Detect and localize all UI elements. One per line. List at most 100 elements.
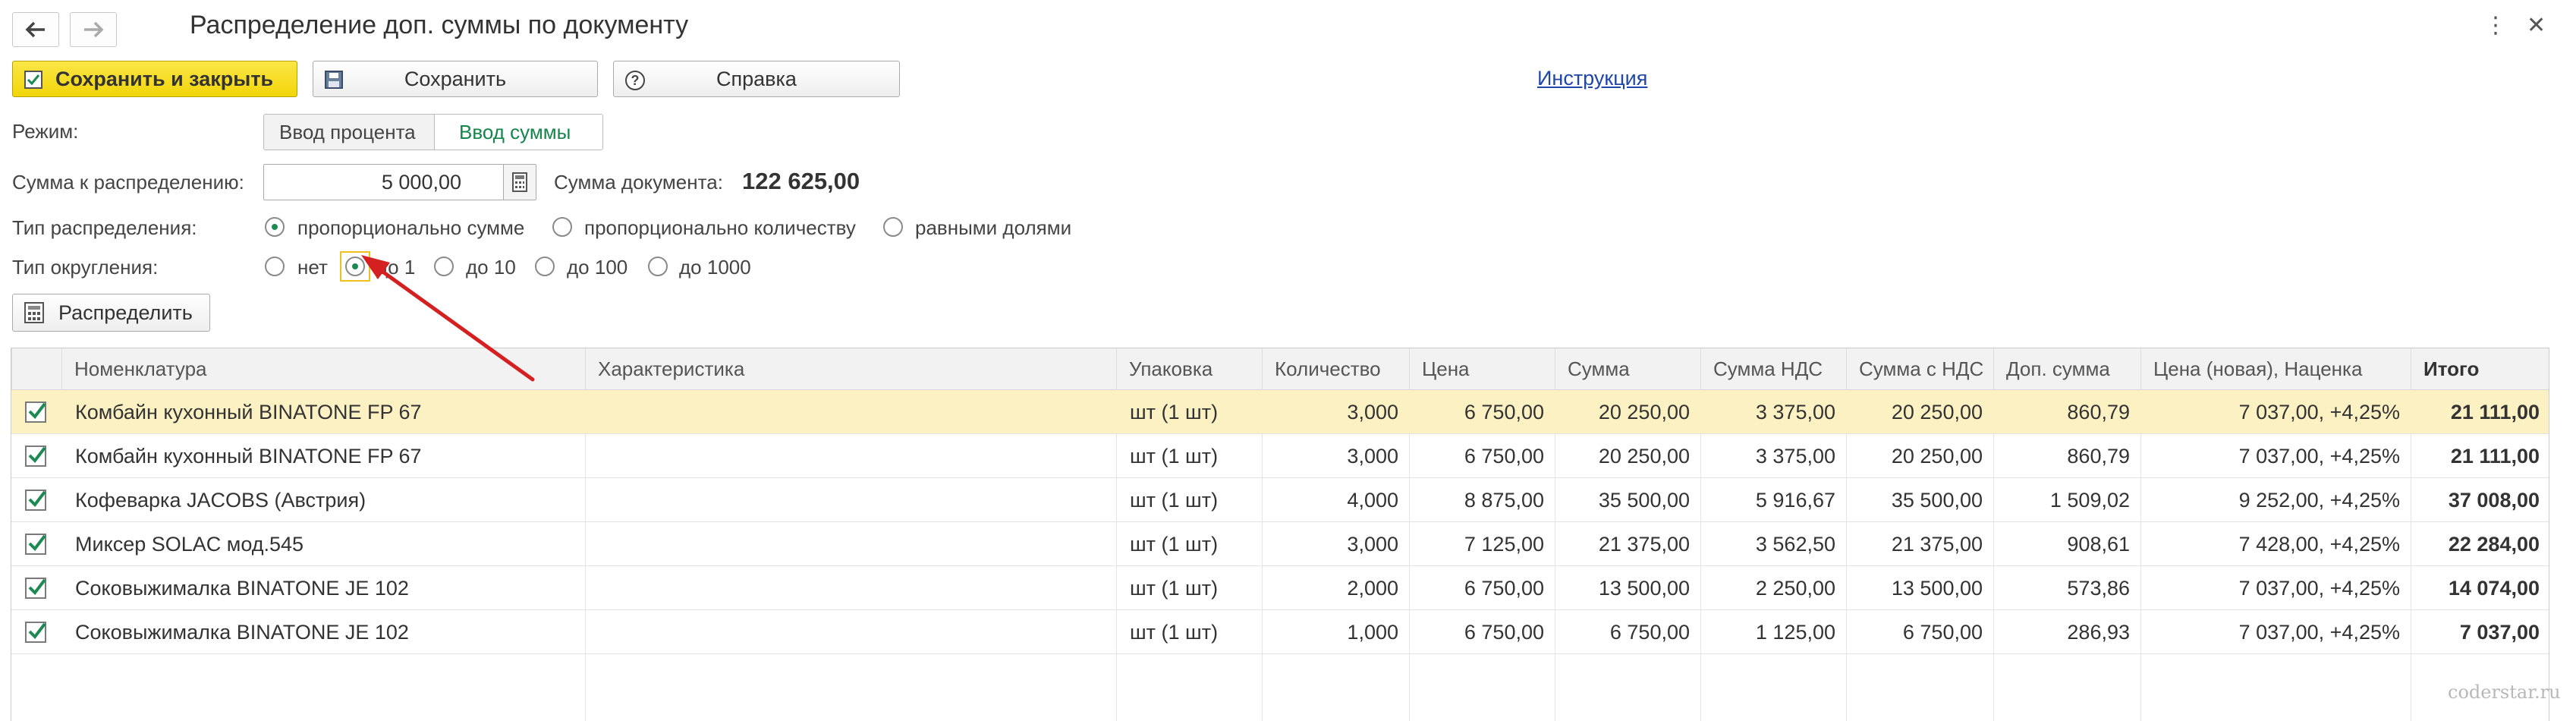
- cell-sum: 20 250,00: [1598, 445, 1690, 468]
- arrow-right-icon: [84, 21, 104, 38]
- close-icon[interactable]: ✕: [2527, 12, 2546, 39]
- header-new-price[interactable]: Цена (новая), Наценка: [2140, 348, 2411, 390]
- question-circle-icon: ?: [624, 70, 646, 96]
- cell-characteristic: [599, 390, 1099, 434]
- cell-total: 14 074,00: [2448, 577, 2540, 600]
- cell-quantity: 2,000: [1347, 577, 1398, 600]
- cell-new-price: 9 252,00, +4,25%: [2238, 489, 2400, 512]
- cell-price: 6 750,00: [1464, 401, 1544, 423]
- more-vertical-icon[interactable]: ⋮: [2484, 12, 2507, 39]
- cell-characteristic: [599, 478, 1099, 522]
- radio-round-none[interactable]: [265, 257, 285, 276]
- row-checkbox[interactable]: [25, 534, 46, 555]
- cell-characteristic: [599, 566, 1099, 610]
- cell-vat: 3 562,50: [1755, 533, 1835, 556]
- mode-segmented-control[interactable]: Ввод процента Ввод суммы: [263, 114, 603, 150]
- save-label: Сохранить: [404, 67, 507, 90]
- annotation-arrow: [361, 255, 535, 382]
- header-sum[interactable]: Сумма: [1555, 348, 1700, 390]
- calculator-icon: [24, 301, 45, 329]
- header-total[interactable]: Итого: [2411, 348, 2550, 390]
- radio-dist-by-sum-label: пропорционально сумме: [297, 216, 525, 239]
- cell-price: 6 750,00: [1464, 621, 1544, 644]
- cell-quantity: 3,000: [1347, 401, 1398, 423]
- mode-label: Режим:: [12, 120, 79, 143]
- cell-sum: 13 500,00: [1598, 577, 1690, 600]
- cell-vat: 2 250,00: [1755, 577, 1835, 600]
- table-row[interactable]: Соковыжималка BINATONE JE 102 шт (1 шт) …: [11, 610, 2549, 654]
- header-sum-with-vat[interactable]: Сумма с НДС: [1846, 348, 1993, 390]
- row-checkbox[interactable]: [25, 578, 46, 599]
- cell-total: 7 037,00: [2459, 621, 2540, 644]
- distribute-button[interactable]: Распределить: [12, 294, 210, 332]
- header-price[interactable]: Цена: [1409, 348, 1555, 390]
- save-and-close-label: Сохранить и закрыть: [55, 67, 274, 90]
- amount-input[interactable]: 5 000,00: [263, 164, 506, 200]
- window-title: Распределение доп. суммы по документу: [190, 11, 689, 39]
- cell-sum-with-vat: 13 500,00: [1891, 577, 1983, 600]
- cell-sum-with-vat: 20 250,00: [1891, 401, 1983, 423]
- cell-sum: 20 250,00: [1598, 401, 1690, 423]
- cell-characteristic: [599, 434, 1099, 478]
- cell-total: 37 008,00: [2448, 489, 2540, 512]
- header-check-col: [11, 348, 61, 390]
- cell-vat: 1 125,00: [1755, 621, 1835, 644]
- cell-package: шт (1 шт): [1130, 621, 1219, 644]
- row-checkbox[interactable]: [25, 490, 46, 511]
- cell-price: 8 875,00: [1464, 489, 1544, 512]
- calculator-button[interactable]: [503, 164, 536, 200]
- cell-additional-sum: 860,79: [2067, 401, 2130, 423]
- back-button[interactable]: [12, 12, 59, 47]
- cell-package: шт (1 шт): [1130, 533, 1219, 556]
- cell-package: шт (1 шт): [1130, 489, 1219, 512]
- mode-sum-option[interactable]: Ввод суммы: [434, 115, 602, 150]
- help-button[interactable]: ? Справка: [613, 61, 900, 97]
- arrow-left-icon: [25, 21, 45, 38]
- cell-price: 6 750,00: [1464, 445, 1544, 468]
- cell-quantity: 3,000: [1347, 533, 1398, 556]
- radio-dist-equal[interactable]: [883, 217, 903, 237]
- rounding-label: Тип округления:: [12, 256, 159, 279]
- cell-additional-sum: 286,93: [2067, 621, 2130, 644]
- cell-price: 7 125,00: [1464, 533, 1544, 556]
- dist-type-label: Тип распределения:: [12, 216, 197, 239]
- table-row[interactable]: Кофеварка JACOBS (Австрия) шт (1 шт) 4,0…: [11, 478, 2549, 522]
- instruction-link[interactable]: Инструкция: [1537, 67, 1647, 90]
- cell-sum-with-vat: 6 750,00: [1902, 621, 1983, 644]
- header-additional-sum[interactable]: Доп. сумма: [1993, 348, 2140, 390]
- row-checkbox[interactable]: [25, 622, 46, 643]
- save-check-icon: [24, 70, 43, 95]
- watermark: coderstar.ru: [2448, 682, 2561, 703]
- save-button[interactable]: Сохранить: [313, 61, 598, 97]
- cell-item: Соковыжималка BINATONE JE 102: [75, 577, 409, 600]
- save-and-close-button[interactable]: Сохранить и закрыть: [12, 61, 297, 97]
- cell-item: Соковыжималка BINATONE JE 102: [75, 621, 409, 644]
- cell-sum: 21 375,00: [1598, 533, 1690, 556]
- forward-button[interactable]: [70, 12, 117, 47]
- table-row[interactable]: Миксер SOLAC мод.545 шт (1 шт) 3,000 7 1…: [11, 522, 2549, 566]
- calculator-icon: [512, 172, 527, 192]
- header-characteristic[interactable]: Характеристика: [585, 348, 1116, 390]
- cell-vat: 5 916,67: [1755, 489, 1835, 512]
- cell-quantity: 3,000: [1347, 445, 1398, 468]
- items-table[interactable]: Номенклатура Характеристика Упаковка Кол…: [11, 348, 2549, 721]
- radio-dist-by-sum[interactable]: [265, 217, 285, 237]
- table-row[interactable]: Соковыжималка BINATONE JE 102 шт (1 шт) …: [11, 566, 2549, 610]
- row-checkbox[interactable]: [25, 446, 46, 467]
- header-quantity[interactable]: Количество: [1262, 348, 1409, 390]
- radio-round-none-label: нет: [297, 256, 328, 279]
- radio-dist-by-qty[interactable]: [552, 217, 572, 237]
- radio-round-100-label: до 100: [567, 256, 628, 279]
- cell-new-price: 7 037,00, +4,25%: [2238, 401, 2400, 423]
- cell-vat: 3 375,00: [1755, 401, 1835, 423]
- radio-round-1000[interactable]: [648, 257, 668, 276]
- cell-sum-with-vat: 20 250,00: [1891, 445, 1983, 468]
- header-package[interactable]: Упаковка: [1116, 348, 1262, 390]
- table-row[interactable]: Комбайн кухонный BINATONE FP 67 шт (1 шт…: [11, 434, 2549, 478]
- floppy-disk-icon: [324, 70, 344, 95]
- cell-package: шт (1 шт): [1130, 401, 1219, 423]
- header-vat[interactable]: Сумма НДС: [1700, 348, 1846, 390]
- mode-percent-option[interactable]: Ввод процента: [264, 115, 434, 150]
- row-checkbox[interactable]: [25, 401, 46, 423]
- table-row[interactable]: Комбайн кухонный BINATONE FP 67 шт (1 шт…: [11, 390, 2549, 434]
